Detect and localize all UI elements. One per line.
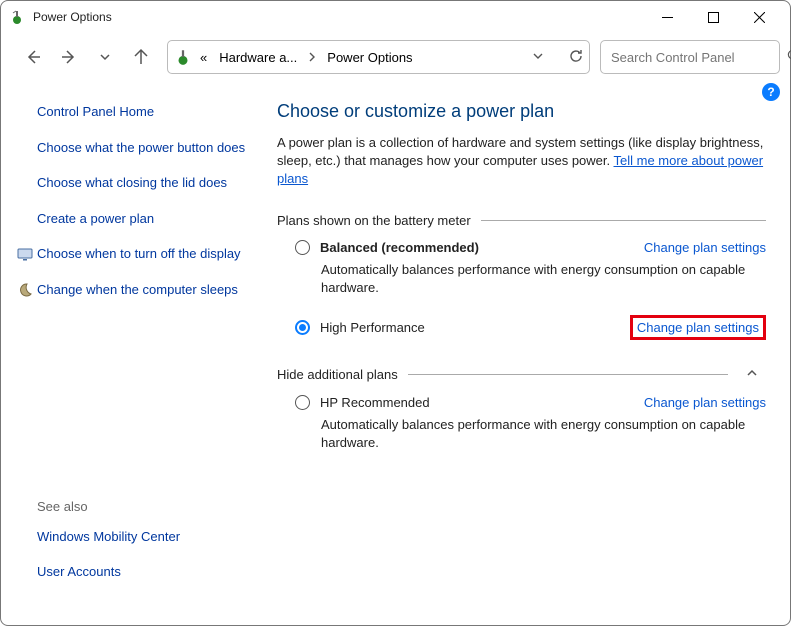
see-also-mobility-center[interactable]: Windows Mobility Center — [37, 528, 180, 546]
sidebar-link-closing-lid[interactable]: Choose what closing the lid does — [37, 174, 253, 192]
radio-high-performance[interactable] — [295, 320, 310, 335]
sidebar: Control Panel Home Choose what the power… — [17, 81, 257, 609]
breadcrumb-back-prefix[interactable]: « — [196, 50, 211, 65]
group-title-text: Hide additional plans — [277, 367, 398, 382]
nav-bar: « Hardware a... Power Options — [1, 33, 790, 81]
moon-icon — [17, 282, 33, 298]
sidebar-link-create-plan[interactable]: Create a power plan — [37, 210, 253, 228]
change-plan-settings-high-performance[interactable]: Change plan settings — [630, 315, 766, 340]
back-button[interactable] — [17, 41, 49, 73]
plan-name[interactable]: High Performance — [320, 320, 425, 335]
plan-description: Automatically balances performance with … — [321, 416, 766, 452]
refresh-button[interactable] — [569, 49, 583, 66]
search-input[interactable] — [611, 50, 787, 65]
maximize-button[interactable] — [690, 2, 736, 32]
plan-name[interactable]: Balanced (recommended) — [320, 240, 479, 255]
page-description: A power plan is a collection of hardware… — [277, 134, 766, 189]
plan-balanced: Balanced (recommended) Change plan setti… — [295, 240, 766, 297]
sidebar-link-computer-sleeps[interactable]: Change when the computer sleeps — [37, 281, 253, 299]
change-plan-settings-balanced[interactable]: Change plan settings — [644, 240, 766, 255]
sidebar-item-label: Change when the computer sleeps — [37, 282, 238, 297]
plan-high-performance: High Performance Change plan settings — [295, 315, 766, 340]
control-panel-home-link[interactable]: Control Panel Home — [37, 103, 253, 121]
plans-group-primary-title: Plans shown on the battery meter — [277, 213, 766, 228]
see-also-label: See also — [37, 499, 180, 514]
breadcrumb[interactable]: « Hardware a... Power Options — [167, 40, 590, 74]
search-box[interactable] — [600, 40, 780, 74]
chevron-right-icon[interactable] — [305, 50, 319, 65]
plans-group-additional-title[interactable]: Hide additional plans — [277, 366, 766, 383]
radio-hp-recommended[interactable] — [295, 395, 310, 410]
main-content: ? Choose or customize a power plan A pow… — [257, 81, 774, 609]
up-button[interactable] — [125, 41, 157, 73]
change-plan-settings-hp-recommended[interactable]: Change plan settings — [644, 395, 766, 410]
sidebar-link-turn-off-display[interactable]: Choose when to turn off the display — [37, 245, 253, 263]
divider — [481, 220, 766, 221]
sidebar-link-power-button[interactable]: Choose what the power button does — [37, 139, 253, 157]
display-icon — [17, 246, 33, 262]
see-also-user-accounts[interactable]: User Accounts — [37, 563, 180, 581]
forward-button[interactable] — [53, 41, 85, 73]
window-title: Power Options — [33, 10, 112, 24]
breadcrumb-dropdown-button[interactable] — [531, 49, 545, 66]
power-options-icon — [174, 48, 192, 66]
see-also-section: See also Windows Mobility Center User Ac… — [37, 499, 180, 599]
chevron-up-icon[interactable] — [738, 366, 766, 383]
sidebar-item-label: Choose when to turn off the display — [37, 246, 241, 261]
group-title-text: Plans shown on the battery meter — [277, 213, 471, 228]
page-heading: Choose or customize a power plan — [277, 101, 766, 122]
plan-name[interactable]: HP Recommended — [320, 395, 430, 410]
breadcrumb-parent[interactable]: Hardware a... — [215, 50, 301, 65]
search-icon[interactable] — [787, 49, 791, 65]
recent-locations-button[interactable] — [89, 41, 121, 73]
divider — [408, 374, 728, 375]
breadcrumb-current[interactable]: Power Options — [323, 50, 416, 65]
help-icon[interactable]: ? — [762, 83, 780, 101]
close-button[interactable] — [736, 2, 782, 32]
title-bar: Power Options — [1, 1, 790, 33]
plan-hp-recommended: HP Recommended Change plan settings Auto… — [295, 395, 766, 452]
minimize-button[interactable] — [644, 2, 690, 32]
radio-balanced[interactable] — [295, 240, 310, 255]
plan-description: Automatically balances performance with … — [321, 261, 766, 297]
power-options-icon — [9, 9, 25, 25]
